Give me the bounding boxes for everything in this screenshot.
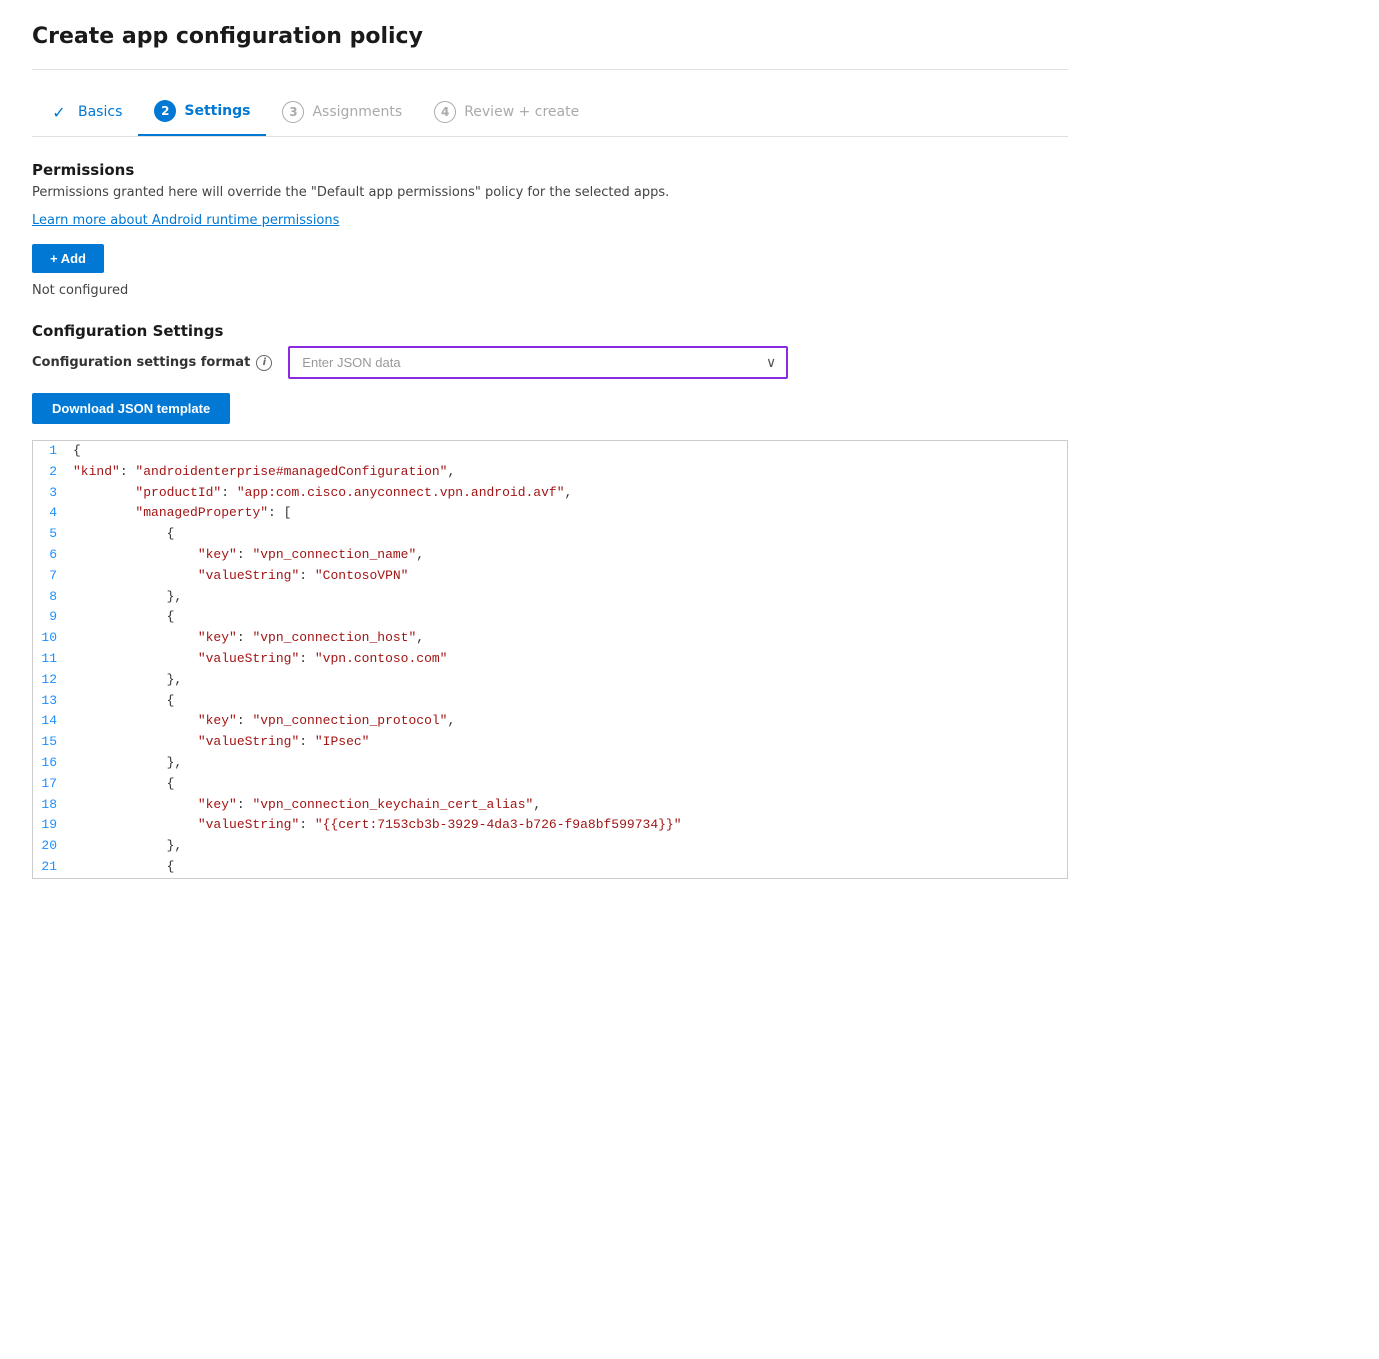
line-content: "valueString": "ContosoVPN" [73, 566, 1067, 587]
step-label-basics: Basics [78, 104, 122, 120]
json-line: 21 { [33, 857, 1067, 878]
json-line: 1{ [33, 441, 1067, 462]
line-content: "productId": "app:com.cisco.anyconnect.v… [73, 483, 1067, 504]
step-label-review: Review + create [464, 104, 579, 120]
line-number: 15 [33, 732, 73, 753]
line-content: { [73, 691, 1067, 712]
line-number: 2 [33, 462, 73, 483]
json-line: 4 "managedProperty": [ [33, 503, 1067, 524]
line-content: "key": "vpn_connection_protocol", [73, 711, 1067, 732]
line-content: "managedProperty": [ [73, 503, 1067, 524]
line-number: 11 [33, 649, 73, 670]
wizard-step-settings[interactable]: 2 Settings [138, 90, 266, 136]
info-icon[interactable]: i [256, 355, 272, 371]
json-line: 18 "key": "vpn_connection_keychain_cert_… [33, 795, 1067, 816]
line-number: 12 [33, 670, 73, 691]
line-content: }, [73, 836, 1067, 857]
config-settings-title: Configuration Settings [32, 322, 1068, 340]
learn-more-link[interactable]: Learn more about Android runtime permiss… [32, 213, 339, 228]
wizard-step-review[interactable]: 4 Review + create [418, 91, 595, 135]
wizard-step-basics[interactable]: ✓ Basics [32, 91, 138, 135]
step-badge-assignments: 3 [282, 101, 304, 123]
json-line: 6 "key": "vpn_connection_name", [33, 545, 1067, 566]
json-line: 17 { [33, 774, 1067, 795]
json-line: 12 }, [33, 670, 1067, 691]
line-number: 19 [33, 815, 73, 836]
step-label-settings: Settings [184, 103, 250, 119]
json-line: 15 "valueString": "IPsec" [33, 732, 1067, 753]
line-number: 3 [33, 483, 73, 504]
line-number: 18 [33, 795, 73, 816]
line-content: }, [73, 587, 1067, 608]
line-content: }, [73, 670, 1067, 691]
json-editor[interactable]: 1{2"kind": "androidenterprise#managedCon… [32, 440, 1068, 879]
line-number: 1 [33, 441, 73, 462]
line-content: { [73, 441, 1067, 462]
add-button[interactable]: + Add [32, 244, 104, 273]
line-number: 5 [33, 524, 73, 545]
line-number: 20 [33, 836, 73, 857]
permissions-section: Permissions Permissions granted here wil… [32, 161, 1068, 298]
json-line: 11 "valueString": "vpn.contoso.com" [33, 649, 1067, 670]
line-number: 4 [33, 503, 73, 524]
line-content: "key": "vpn_connection_host", [73, 628, 1067, 649]
line-number: 9 [33, 607, 73, 628]
json-editor-wrapper: 1{2"kind": "androidenterprise#managedCon… [32, 440, 1068, 879]
wizard-step-assignments[interactable]: 3 Assignments [266, 91, 418, 135]
line-content: "key": "vpn_connection_name", [73, 545, 1067, 566]
page-divider [32, 69, 1068, 70]
config-format-dropdown[interactable]: Enter JSON data Use configuration design… [288, 346, 788, 379]
json-line: 20 }, [33, 836, 1067, 857]
not-configured-text: Not configured [32, 283, 1068, 298]
json-line: 13 { [33, 691, 1067, 712]
line-content: "valueString": "IPsec" [73, 732, 1067, 753]
line-content: }, [73, 753, 1067, 774]
config-settings-section: Configuration Settings Configuration set… [32, 322, 1068, 424]
json-line: 16 }, [33, 753, 1067, 774]
line-content: "kind": "androidenterprise#managedConfig… [73, 462, 1067, 483]
line-content: "key": "vpn_connection_keychain_cert_ali… [73, 795, 1067, 816]
permissions-description: Permissions granted here will override t… [32, 185, 1068, 200]
json-line: 19 "valueString": "{{cert:7153cb3b-3929-… [33, 815, 1067, 836]
step-label-assignments: Assignments [312, 104, 402, 120]
download-json-button[interactable]: Download JSON template [32, 393, 230, 424]
json-line: 10 "key": "vpn_connection_host", [33, 628, 1067, 649]
step-badge-settings: 2 [154, 100, 176, 122]
json-line: 3 "productId": "app:com.cisco.anyconnect… [33, 483, 1067, 504]
line-content: { [73, 524, 1067, 545]
json-line: 5 { [33, 524, 1067, 545]
dropdown-wrapper: Enter JSON data Use configuration design… [288, 346, 788, 379]
json-line: 9 { [33, 607, 1067, 628]
format-row: Configuration settings format i Enter JS… [32, 346, 1068, 379]
line-number: 17 [33, 774, 73, 795]
permissions-title: Permissions [32, 161, 1068, 179]
json-line: 7 "valueString": "ContosoVPN" [33, 566, 1067, 587]
wizard-nav: ✓ Basics 2 Settings 3 Assignments 4 Revi… [32, 90, 1068, 137]
line-content: "valueString": "{{cert:7153cb3b-3929-4da… [73, 815, 1067, 836]
step-badge-basics: ✓ [48, 101, 70, 123]
line-number: 16 [33, 753, 73, 774]
line-number: 6 [33, 545, 73, 566]
line-number: 14 [33, 711, 73, 732]
line-content: { [73, 607, 1067, 628]
json-line: 14 "key": "vpn_connection_protocol", [33, 711, 1067, 732]
line-number: 8 [33, 587, 73, 608]
json-line: 8 }, [33, 587, 1067, 608]
line-content: "valueString": "vpn.contoso.com" [73, 649, 1067, 670]
line-content: { [73, 774, 1067, 795]
format-label: Configuration settings format i [32, 355, 272, 371]
line-number: 10 [33, 628, 73, 649]
step-badge-review: 4 [434, 101, 456, 123]
json-line: 2"kind": "androidenterprise#managedConfi… [33, 462, 1067, 483]
page-title: Create app configuration policy [32, 24, 1068, 49]
line-number: 7 [33, 566, 73, 587]
page-container: Create app configuration policy ✓ Basics… [0, 0, 1100, 903]
line-number: 13 [33, 691, 73, 712]
line-number: 21 [33, 857, 73, 878]
line-content: { [73, 857, 1067, 878]
